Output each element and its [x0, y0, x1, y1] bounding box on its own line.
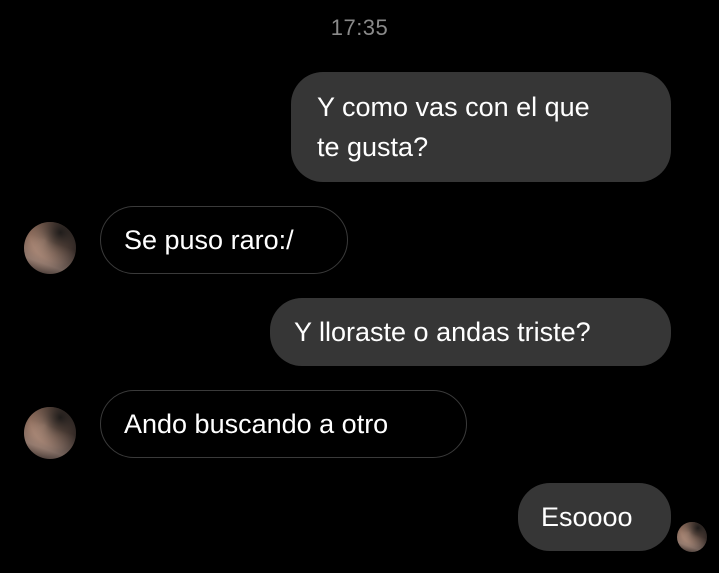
contact-avatar-icon[interactable]: [24, 407, 76, 459]
incoming-message-bubble[interactable]: Ando buscando a otro: [100, 390, 467, 458]
incoming-message-bubble[interactable]: Se puso raro:/: [100, 206, 348, 274]
contact-avatar-icon[interactable]: [24, 222, 76, 274]
message-timestamp: 17:35: [330, 15, 389, 40]
outgoing-message-bubble[interactable]: Esoooo: [518, 483, 671, 551]
outgoing-message-bubble[interactable]: Y lloraste o andas triste?: [270, 298, 671, 366]
seen-avatar-icon: [677, 522, 707, 552]
outgoing-message-bubble[interactable]: Y como vas con el que te gusta?: [291, 72, 671, 182]
